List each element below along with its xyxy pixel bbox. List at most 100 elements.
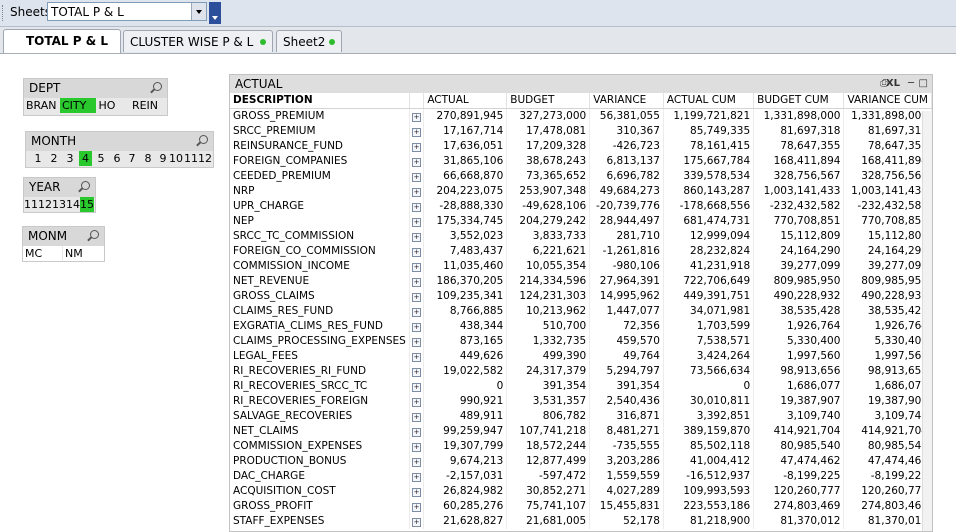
- col-header-description[interactable]: DESCRIPTION: [230, 93, 410, 109]
- cell-description[interactable]: EXGRATIA_CLIMS_RES_FUND: [230, 319, 410, 334]
- cell-description[interactable]: CLAIMS_PROCESSING_EXPENSES: [230, 334, 410, 349]
- tab-total-pl[interactable]: TOTAL P & L: [3, 29, 121, 53]
- expand-plus-icon[interactable]: +: [412, 323, 422, 332]
- expand-plus-icon[interactable]: +: [412, 263, 422, 272]
- month-item-2[interactable]: 2: [48, 151, 60, 166]
- cell-description[interactable]: NET_CLAIMS: [230, 424, 410, 439]
- cell-description[interactable]: COMMISSION_INCOME: [230, 259, 410, 274]
- sheet-select[interactable]: TOTAL P & L: [47, 2, 207, 21]
- search-icon[interactable]: [90, 230, 99, 239]
- dept-item-ho[interactable]: HO: [98, 98, 116, 113]
- expand-plus-icon[interactable]: +: [412, 443, 422, 452]
- cell-description[interactable]: GROSS_PROFIT: [230, 499, 410, 514]
- expand-plus-icon[interactable]: +: [412, 518, 422, 527]
- toolbar-grip[interactable]: [2, 5, 6, 21]
- expand-plus-icon[interactable]: +: [412, 113, 422, 122]
- cell-description[interactable]: GROSS_PREMIUM: [230, 108, 410, 124]
- month-item-10[interactable]: 10: [169, 151, 183, 166]
- expand-plus-icon[interactable]: +: [412, 503, 422, 512]
- expand-plus-icon[interactable]: +: [412, 293, 422, 302]
- tab-sheet2[interactable]: Sheet2: [276, 30, 342, 52]
- dept-item-rein[interactable]: REIN: [130, 98, 160, 113]
- cell-description[interactable]: DAC_CHARGE: [230, 469, 410, 484]
- col-header-variance[interactable]: VARIANCE: [589, 93, 664, 109]
- cell-description[interactable]: CEEDED_PREMIUM: [230, 169, 410, 184]
- month-item-1[interactable]: 1: [32, 151, 44, 166]
- month-item-7[interactable]: 7: [126, 151, 138, 166]
- cell-description[interactable]: STAFF_EXPENSES: [230, 514, 410, 529]
- expand-plus-icon[interactable]: +: [412, 353, 422, 362]
- expand-plus-icon[interactable]: +: [412, 473, 422, 482]
- tab-cluster-wise-pl[interactable]: CLUSTER WISE P & L: [123, 30, 273, 52]
- expand-plus-icon[interactable]: +: [412, 308, 422, 317]
- dept-item-city[interactable]: CITY: [60, 98, 96, 113]
- year-item-11[interactable]: 11: [24, 197, 38, 212]
- month-item-11[interactable]: 11: [184, 151, 198, 166]
- cell-description[interactable]: NRP: [230, 184, 410, 199]
- maximize-icon[interactable]: □: [919, 78, 928, 89]
- month-item-9[interactable]: 9: [157, 151, 169, 166]
- cell-description[interactable]: FOREIGN_COMPANIES: [230, 154, 410, 169]
- vertical-scrollbar[interactable]: [922, 111, 932, 531]
- cell-description[interactable]: ACQUISITION_COST: [230, 484, 410, 499]
- cell-description[interactable]: CLAIMS_RES_FUND: [230, 304, 410, 319]
- expand-plus-icon[interactable]: +: [412, 398, 422, 407]
- year-item-12[interactable]: 12: [38, 197, 52, 212]
- month-item-3[interactable]: 3: [64, 151, 76, 166]
- cell-description[interactable]: NEP: [230, 214, 410, 229]
- expand-plus-icon[interactable]: +: [412, 158, 422, 167]
- expand-plus-icon[interactable]: +: [412, 383, 422, 392]
- expand-plus-icon[interactable]: +: [412, 218, 422, 227]
- minimize-icon[interactable]: ─: [908, 78, 914, 89]
- expand-plus-icon[interactable]: +: [412, 233, 422, 242]
- search-icon[interactable]: [153, 82, 162, 91]
- cell-description[interactable]: SRCC_TC_COMMISSION: [230, 229, 410, 244]
- cell-description[interactable]: REINSURANCE_FUND: [230, 139, 410, 154]
- expand-plus-icon[interactable]: +: [412, 203, 422, 212]
- search-icon[interactable]: [199, 135, 208, 144]
- expand-plus-icon[interactable]: +: [412, 128, 422, 137]
- expand-plus-icon[interactable]: +: [412, 173, 422, 182]
- toolbar-options-icon[interactable]: [209, 2, 221, 24]
- expand-plus-icon[interactable]: +: [412, 188, 422, 197]
- chevron-down-icon[interactable]: [191, 3, 206, 20]
- col-header-actual-cum[interactable]: ACTUAL CUM: [663, 93, 755, 109]
- expand-plus-icon[interactable]: +: [412, 428, 422, 437]
- search-icon[interactable]: [81, 181, 90, 190]
- col-header-budget-cum[interactable]: BUDGET CUM: [753, 93, 845, 109]
- dept-item-bran[interactable]: BRAN: [26, 98, 57, 113]
- cell-description[interactable]: COMMISSION_EXPENSES: [230, 439, 410, 454]
- expand-plus-icon[interactable]: +: [412, 248, 422, 257]
- cell-description[interactable]: RI_RECOVERIES_RI_FUND: [230, 364, 410, 379]
- month-item-5[interactable]: 5: [95, 151, 107, 166]
- cell-description[interactable]: RI_RECOVERIES_SRCC_TC: [230, 379, 410, 394]
- cell-description[interactable]: UPR_CHARGE: [230, 199, 410, 214]
- expand-plus-icon[interactable]: +: [412, 413, 422, 422]
- month-item-8[interactable]: 8: [142, 151, 154, 166]
- cell-description[interactable]: LEGAL_FEES: [230, 349, 410, 364]
- col-header-variance-cum[interactable]: VARIANCE CUM: [843, 93, 932, 109]
- excel-export-icon[interactable]: XL: [886, 78, 900, 89]
- expand-plus-icon[interactable]: +: [412, 278, 422, 287]
- cell-description[interactable]: RI_RECOVERIES_FOREIGN: [230, 394, 410, 409]
- expand-plus-icon[interactable]: +: [412, 143, 422, 152]
- expand-plus-icon[interactable]: +: [412, 338, 422, 347]
- year-item-14[interactable]: 14: [66, 197, 80, 212]
- cell-description[interactable]: FOREIGN_CO_COMMISSION: [230, 244, 410, 259]
- year-item-13[interactable]: 13: [52, 197, 66, 212]
- cell-description[interactable]: NET_REVENUE: [230, 274, 410, 289]
- col-header-actual[interactable]: ACTUAL: [423, 93, 508, 109]
- year-item-15[interactable]: 15: [80, 197, 94, 212]
- col-header-budget[interactable]: BUDGET: [506, 93, 591, 109]
- cell-description[interactable]: GROSS_CLAIMS: [230, 289, 410, 304]
- expand-plus-icon[interactable]: +: [412, 488, 422, 497]
- month-item-12[interactable]: 12: [198, 151, 212, 166]
- month-item-4[interactable]: 4: [79, 151, 92, 166]
- monm-item-mc[interactable]: MC: [23, 246, 62, 261]
- expand-plus-icon[interactable]: +: [412, 458, 422, 467]
- expand-plus-icon[interactable]: +: [412, 368, 422, 377]
- monm-item-nm[interactable]: NM: [63, 246, 104, 261]
- cell-description[interactable]: SRCC_PREMIUM: [230, 124, 410, 139]
- cell-description[interactable]: PRODUCTION_BONUS: [230, 454, 410, 469]
- cell-description[interactable]: SALVAGE_RECOVERIES: [230, 409, 410, 424]
